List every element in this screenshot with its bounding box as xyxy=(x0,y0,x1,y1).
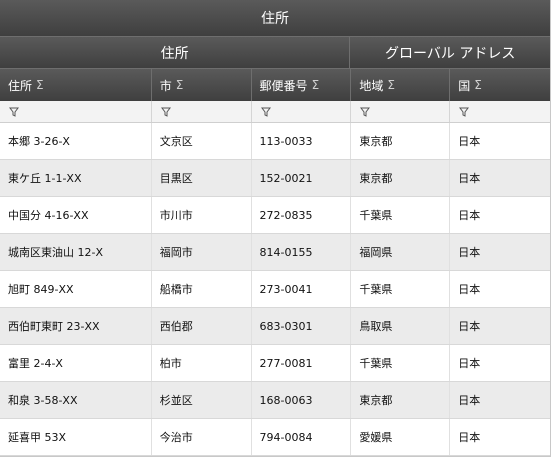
filter-cell-postal-code[interactable] xyxy=(252,101,352,122)
cell-country[interactable]: 日本 xyxy=(450,234,550,270)
cell-country[interactable]: 日本 xyxy=(450,271,550,307)
sum-icon[interactable]: Σ xyxy=(176,78,184,92)
table-row[interactable]: 城南区東油山 12-X 福岡市 814-0155 福岡県 日本 xyxy=(0,234,550,271)
cell-address[interactable]: 西伯町東町 23-XX xyxy=(0,308,152,344)
cell-country[interactable]: 日本 xyxy=(450,308,550,344)
cell-country[interactable]: 日本 xyxy=(450,419,550,455)
cell-region[interactable]: 東京都 xyxy=(351,160,451,196)
cell-address[interactable]: 旭町 849-XX xyxy=(0,271,152,307)
table-row[interactable]: 中国分 4-16-XX 市川市 272-0835 千葉県 日本 xyxy=(0,197,550,234)
cell-city[interactable]: 船橋市 xyxy=(152,271,252,307)
cell-address[interactable]: 富里 2-4-X xyxy=(0,345,152,381)
filter-cell-region[interactable] xyxy=(351,101,451,122)
table-row[interactable]: 和泉 3-58-XX 杉並区 168-0063 東京都 日本 xyxy=(0,382,550,419)
filter-icon[interactable] xyxy=(459,107,470,117)
column-header-label: 郵便番号 xyxy=(259,78,308,93)
cell-region[interactable]: 東京都 xyxy=(351,382,451,418)
cell-city[interactable]: 西伯郡 xyxy=(152,308,252,344)
table-row[interactable]: 旭町 849-XX 船橋市 273-0041 千葉県 日本 xyxy=(0,271,550,308)
column-header-label: 住所 xyxy=(8,78,33,93)
cell-region[interactable]: 千葉県 xyxy=(351,197,451,233)
cell-city[interactable]: 市川市 xyxy=(152,197,252,233)
cell-country[interactable]: 日本 xyxy=(450,160,550,196)
cell-city[interactable]: 今治市 xyxy=(152,419,252,455)
column-header-label: 市 xyxy=(159,78,172,93)
cell-city[interactable]: 福岡市 xyxy=(152,234,252,270)
column-header-label: 国 xyxy=(458,78,471,93)
cell-country[interactable]: 日本 xyxy=(450,382,550,418)
cell-region[interactable]: 鳥取県 xyxy=(351,308,451,344)
cell-address[interactable]: 城南区東油山 12-X xyxy=(0,234,152,270)
cell-country[interactable]: 日本 xyxy=(450,197,550,233)
cell-address[interactable]: 和泉 3-58-XX xyxy=(0,382,152,418)
filter-icon[interactable] xyxy=(9,107,19,117)
filter-cell-city[interactable] xyxy=(152,101,252,122)
column-header-row: 住所 Σ 市Σ 郵便番号 Σ 地域 Σ 国Σ xyxy=(0,69,550,101)
sum-icon[interactable]: Σ xyxy=(387,78,395,92)
cell-address[interactable]: 中国分 4-16-XX xyxy=(0,197,152,233)
table-row[interactable]: 西伯町東町 23-XX 西伯郡 683-0301 鳥取県 日本 xyxy=(0,308,550,345)
cell-postal-code[interactable]: 168-0063 xyxy=(252,382,352,418)
column-group-global-address[interactable]: グローバル アドレス xyxy=(350,37,550,68)
cell-address[interactable]: 東ケ丘 1-1-XX xyxy=(0,160,152,196)
cell-postal-code[interactable]: 277-0081 xyxy=(252,345,352,381)
cell-region[interactable]: 千葉県 xyxy=(351,271,451,307)
column-header-city[interactable]: 市Σ xyxy=(152,69,252,101)
filter-icon[interactable] xyxy=(360,107,371,117)
cell-postal-code[interactable]: 814-0155 xyxy=(252,234,352,270)
cell-region[interactable]: 東京都 xyxy=(351,123,451,159)
grid-body: 本郷 3-26-X 文京区 113-0033 東京都 日本 東ケ丘 1-1-XX 目黒区 15… xyxy=(0,123,550,456)
cell-address[interactable]: 延喜甲 53X xyxy=(0,419,152,455)
cell-city[interactable]: 杉並区 xyxy=(152,382,252,418)
cell-city[interactable]: 柏市 xyxy=(152,345,252,381)
cell-city[interactable]: 文京区 xyxy=(152,123,252,159)
table-row[interactable]: 延喜甲 53X 今治市 794-0084 愛媛県 日本 xyxy=(0,419,550,456)
cell-region[interactable]: 千葉県 xyxy=(351,345,451,381)
cell-postal-code[interactable]: 152-0021 xyxy=(252,160,352,196)
table-row[interactable]: 本郷 3-26-X 文京区 113-0033 東京都 日本 xyxy=(0,123,550,160)
column-group-address[interactable]: 住所 xyxy=(0,37,351,68)
column-header-region[interactable]: 地域 Σ xyxy=(351,69,451,101)
table-row[interactable]: 東ケ丘 1-1-XX 目黒区 152-0021 東京都 日本 xyxy=(0,160,550,197)
cell-postal-code[interactable]: 272-0835 xyxy=(252,197,352,233)
sum-icon[interactable]: Σ xyxy=(312,78,320,92)
cell-country[interactable]: 日本 xyxy=(450,123,550,159)
filter-cell-address[interactable] xyxy=(0,101,152,122)
cell-postal-code[interactable]: 273-0041 xyxy=(252,271,352,307)
cell-region[interactable]: 愛媛県 xyxy=(351,419,451,455)
filter-icon[interactable] xyxy=(260,107,271,117)
filter-cell-country[interactable] xyxy=(450,101,550,122)
column-header-country[interactable]: 国Σ xyxy=(450,69,550,101)
filter-row xyxy=(0,101,550,123)
table-row[interactable]: 富里 2-4-X 柏市 277-0081 千葉県 日本 xyxy=(0,345,550,382)
cell-region[interactable]: 福岡県 xyxy=(351,234,451,270)
column-header-label: 地域 xyxy=(359,78,384,93)
cell-postal-code[interactable]: 113-0033 xyxy=(252,123,352,159)
column-header-postal-code[interactable]: 郵便番号 Σ xyxy=(252,69,352,101)
column-header-address[interactable]: 住所 Σ xyxy=(0,69,152,101)
sum-icon[interactable]: Σ xyxy=(36,78,44,92)
cell-postal-code[interactable]: 794-0084 xyxy=(252,419,352,455)
grid-title: 住所 xyxy=(0,0,550,37)
address-grid: 住所 住所 グローバル アドレス 住所 Σ 市Σ 郵便番号 Σ 地域 Σ 国Σ 本郷 … xyxy=(0,0,551,457)
cell-address[interactable]: 本郷 3-26-X xyxy=(0,123,152,159)
column-group-header-row: 住所 グローバル アドレス xyxy=(0,37,550,69)
sum-icon[interactable]: Σ xyxy=(474,78,482,92)
cell-city[interactable]: 目黒区 xyxy=(152,160,252,196)
cell-postal-code[interactable]: 683-0301 xyxy=(252,308,352,344)
cell-country[interactable]: 日本 xyxy=(450,345,550,381)
filter-icon[interactable] xyxy=(160,107,171,117)
